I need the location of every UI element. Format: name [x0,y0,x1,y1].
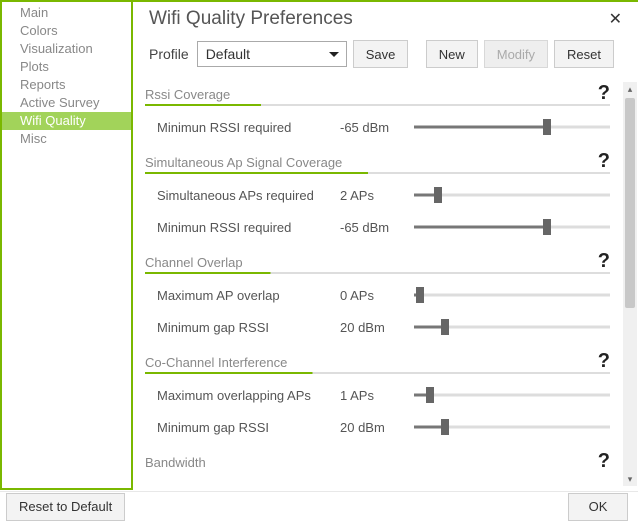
setting-label: Maximum AP overlap [157,288,332,303]
close-icon[interactable]: ✕ [605,9,626,29]
reset-to-default-button[interactable]: Reset to Default [6,493,125,521]
section-title-cochan: Co-Channel Interference [145,355,287,370]
cochan-gap-slider[interactable] [414,418,610,436]
rssi-min-slider[interactable] [414,118,610,136]
setting-label: Minimun RSSI required [157,120,332,135]
setting-value: 20 dBm [340,320,406,335]
setting-value: -65 dBm [340,220,406,235]
setting-label: Maximum overlapping APs [157,388,332,403]
setting-value: 20 dBm [340,420,406,435]
setting-value: 0 APs [340,288,406,303]
setting-value: -65 dBm [340,120,406,135]
profile-select[interactable]: Default [197,41,347,67]
sidebar-item-main[interactable]: Main [2,4,131,22]
section-title-simul: Simultaneous Ap Signal Coverage [145,155,342,170]
setting-label: Minimum gap RSSI [157,420,332,435]
scrollbar-thumb[interactable] [625,98,635,308]
section-title-overlap: Channel Overlap [145,255,243,270]
sidebar-item-active-survey[interactable]: Active Survey [2,94,131,112]
sidebar-item-reports[interactable]: Reports [2,76,131,94]
simul-rssi-slider[interactable] [414,218,610,236]
reset-button[interactable]: Reset [554,40,614,68]
help-icon[interactable]: ? [598,152,610,170]
setting-label: Minimum gap RSSI [157,320,332,335]
scrollbar[interactable]: ▴ ▾ [623,82,637,486]
save-button[interactable]: Save [353,40,409,68]
profile-label: Profile [149,46,189,62]
profile-select-value: Default [206,46,250,62]
sidebar: Main Colors Visualization Plots Reports … [0,2,133,490]
help-icon[interactable]: ? [598,452,610,470]
page-title: Wifi Quality Preferences [149,8,353,30]
ok-button[interactable]: OK [568,493,628,521]
section-divider [145,172,610,174]
setting-label: Simultaneous APs required [157,188,332,203]
scroll-down-icon[interactable]: ▾ [623,472,637,486]
section-title-rssi: Rssi Coverage [145,87,230,102]
overlap-gap-slider[interactable] [414,318,610,336]
sidebar-item-plots[interactable]: Plots [2,58,131,76]
scroll-up-icon[interactable]: ▴ [623,82,637,96]
setting-value: 2 APs [340,188,406,203]
help-icon[interactable]: ? [598,84,610,102]
main-panel: Wifi Quality Preferences ✕ Profile Defau… [133,2,638,490]
help-icon[interactable]: ? [598,252,610,270]
modify-button: Modify [484,40,548,68]
sidebar-item-colors[interactable]: Colors [2,22,131,40]
footer: Reset to Default OK [0,491,638,525]
sidebar-item-wifi-quality[interactable]: Wifi Quality [2,112,131,130]
section-divider [145,272,610,274]
setting-label: Minimun RSSI required [157,220,332,235]
settings-scroll: Rssi Coverage ? Minimun RSSI required -6… [133,78,638,490]
chevron-down-icon [328,46,340,62]
overlap-max-ap-slider[interactable] [414,286,610,304]
section-divider [145,104,610,106]
sidebar-item-misc[interactable]: Misc [2,130,131,148]
cochan-max-ap-slider[interactable] [414,386,610,404]
sidebar-item-visualization[interactable]: Visualization [2,40,131,58]
help-icon[interactable]: ? [598,352,610,370]
new-button[interactable]: New [426,40,478,68]
setting-value: 1 APs [340,388,406,403]
section-divider [145,372,610,374]
section-title-bandwidth: Bandwidth [145,455,206,470]
simul-aps-slider[interactable] [414,186,610,204]
